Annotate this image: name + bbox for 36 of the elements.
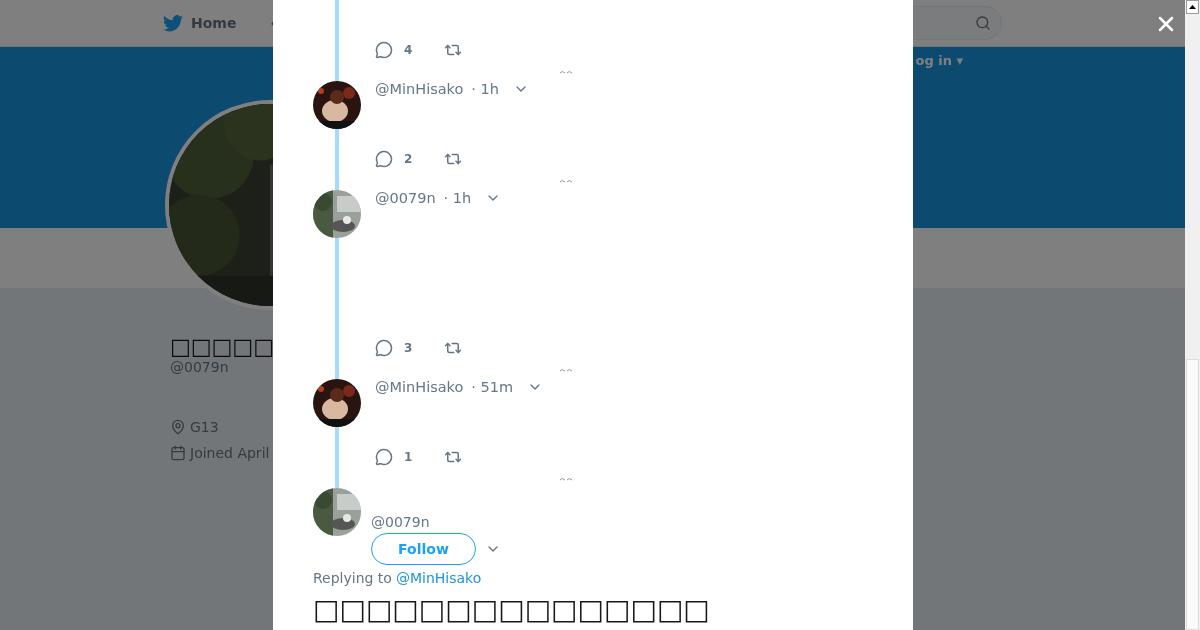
reply-count: 1 [404,450,414,464]
reply-icon[interactable] [375,339,393,357]
profile-handle: @0079n [170,359,229,375]
tweet-time[interactable]: · 51m [471,379,514,395]
reply-count: 3 [404,341,414,355]
tweet-handle[interactable]: @0079n [371,514,430,530]
location: G13 [190,419,219,435]
home-tab[interactable]: Home [163,14,237,32]
replying-label: Replying to [313,570,392,586]
follow-button[interactable]: Follow [371,533,476,565]
location-pin-icon [170,419,186,435]
tweet-time[interactable]: · 1h [443,190,472,206]
tweet-text: □□□□□□□□□□□□□□□ [313,596,711,623]
profile-name: □□□□□ [170,334,274,359]
reply-icon[interactable] [375,41,393,59]
squiggle-icon [559,70,573,75]
search-icon [975,15,991,31]
squiggle-icon [559,179,573,184]
up-arrow-icon[interactable] [1189,5,1196,9]
avatar[interactable] [313,488,361,536]
avatar[interactable] [313,379,361,427]
reply-count: 2 [404,152,414,166]
reply-handle-link[interactable]: @MinHisako [395,570,482,586]
reply-icon[interactable] [375,150,393,168]
tweet-handle[interactable]: @MinHisako [375,379,464,395]
tweet-handle[interactable]: @MinHisako [375,81,464,97]
join-date: Joined April [190,445,270,461]
tweet-handle[interactable]: @0079n [375,190,436,206]
scrollbar[interactable] [1185,0,1200,630]
calendar-icon [170,445,186,461]
bird-icon [163,14,183,32]
tweet-time[interactable]: · 1h [471,81,499,97]
squiggle-icon [559,368,573,373]
reply-icon[interactable] [375,448,393,466]
squiggle-icon [559,477,573,482]
reply-count: 4 [404,43,414,57]
